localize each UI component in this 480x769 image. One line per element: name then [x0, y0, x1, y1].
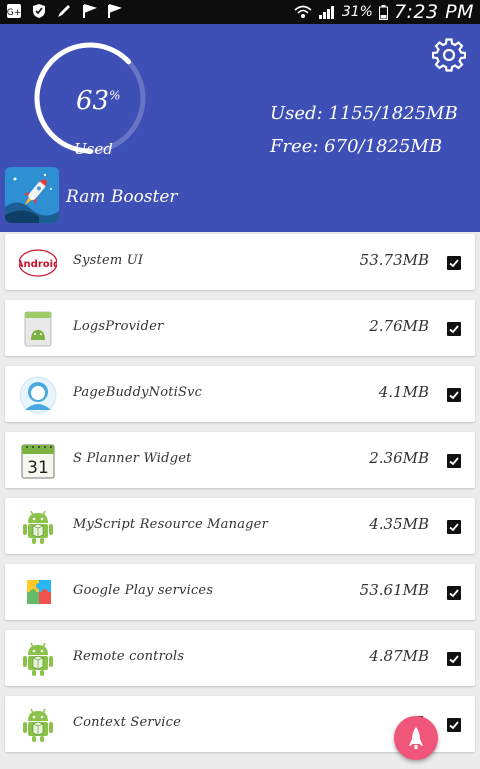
person-avatar-icon	[19, 376, 57, 414]
checkmark-icon	[449, 523, 459, 532]
process-name: S Planner Widget	[73, 451, 192, 466]
app-title: Ram Booster	[66, 187, 178, 207]
process-name: LogsProvider	[73, 319, 164, 334]
gauge-percent: 63%	[76, 86, 121, 116]
process-size: 53.61MB	[359, 581, 429, 599]
checkmark-icon	[449, 325, 459, 334]
android-robot-icon	[19, 706, 57, 744]
process-name: MyScript Resource Manager	[73, 517, 268, 532]
svg-text:31: 31	[27, 458, 49, 478]
process-name: Remote controls	[73, 649, 185, 664]
process-checkbox[interactable]	[447, 520, 461, 534]
process-row[interactable]: Google Play services 53.61MB	[5, 564, 475, 620]
process-row[interactable]: 31 S Planner Widget 2.36MB	[5, 432, 475, 488]
android-robot-icon	[19, 640, 57, 678]
gauge-label: Used	[74, 140, 113, 158]
process-checkbox[interactable]	[447, 718, 461, 732]
battery-percent: 31%	[341, 4, 373, 20]
process-row[interactable]: Android System UI 53.73MB	[5, 234, 475, 290]
android-kitkat-icon: Android	[16, 244, 60, 282]
clock: 7:23 PM	[393, 1, 474, 23]
process-size: 4.87MB	[369, 647, 429, 665]
process-checkbox[interactable]	[447, 388, 461, 402]
memory-header: 63% Used Used: 1155/1825MB Free: 670/182…	[0, 24, 480, 232]
rocket-icon	[409, 727, 423, 749]
process-checkbox[interactable]	[447, 256, 461, 270]
process-name: Google Play services	[73, 583, 214, 598]
ram-booster-app-icon	[5, 167, 59, 223]
wifi-icon	[294, 5, 312, 18]
signal-icon	[318, 6, 334, 19]
process-checkbox[interactable]	[447, 322, 461, 336]
pen-icon	[58, 5, 70, 17]
process-size: 4.35MB	[369, 515, 429, 533]
process-checkbox[interactable]	[447, 586, 461, 600]
status-bar: G+ 31% 7:23 PM	[0, 0, 480, 24]
settings-gear-icon[interactable]	[432, 38, 466, 72]
battery-icon	[378, 4, 388, 20]
process-checkbox[interactable]	[447, 454, 461, 468]
checkmark-icon	[449, 655, 459, 664]
logs-provider-icon	[19, 310, 57, 348]
process-size: 4.1MB	[378, 383, 429, 401]
process-row[interactable]: LogsProvider 2.76MB	[5, 300, 475, 356]
svg-text:G+: G+	[7, 8, 22, 18]
process-size: 53.73MB	[359, 251, 429, 269]
checkmark-icon	[449, 721, 459, 730]
process-size: 2.36MB	[369, 449, 429, 467]
process-row[interactable]: MyScript Resource Manager 4.35MB	[5, 498, 475, 554]
svg-text:Android: Android	[19, 259, 57, 270]
checkmark-icon	[449, 589, 459, 598]
rocket-icon	[5, 167, 59, 223]
boost-fab-button[interactable]	[394, 716, 438, 760]
memory-free-text: Free: 670/1825MB	[270, 136, 443, 157]
checkmark-icon	[449, 259, 459, 268]
notification-icons: G+	[6, 3, 122, 19]
calendar-icon: 31	[19, 442, 57, 480]
process-checkbox[interactable]	[447, 652, 461, 666]
process-name: PageBuddyNotiSvc	[73, 385, 203, 400]
process-name: Context Service	[73, 715, 182, 730]
shield-icon	[33, 4, 45, 18]
process-name: System UI	[73, 253, 144, 268]
checkmark-icon	[449, 457, 459, 466]
process-row[interactable]: PageBuddyNotiSvc 4.1MB	[5, 366, 475, 422]
flag-icon	[108, 4, 122, 18]
android-robot-icon	[19, 508, 57, 546]
system-status: 31% 7:23 PM	[294, 1, 474, 23]
google-plus-icon: G+	[7, 4, 22, 18]
puzzle-piece-icon	[19, 574, 57, 612]
flag-icon	[83, 4, 97, 18]
memory-used-text: Used: 1155/1825MB	[270, 103, 458, 124]
checkmark-icon	[449, 391, 459, 400]
process-size: 2.76MB	[369, 317, 429, 335]
process-row[interactable]: Remote controls 4.87MB	[5, 630, 475, 686]
